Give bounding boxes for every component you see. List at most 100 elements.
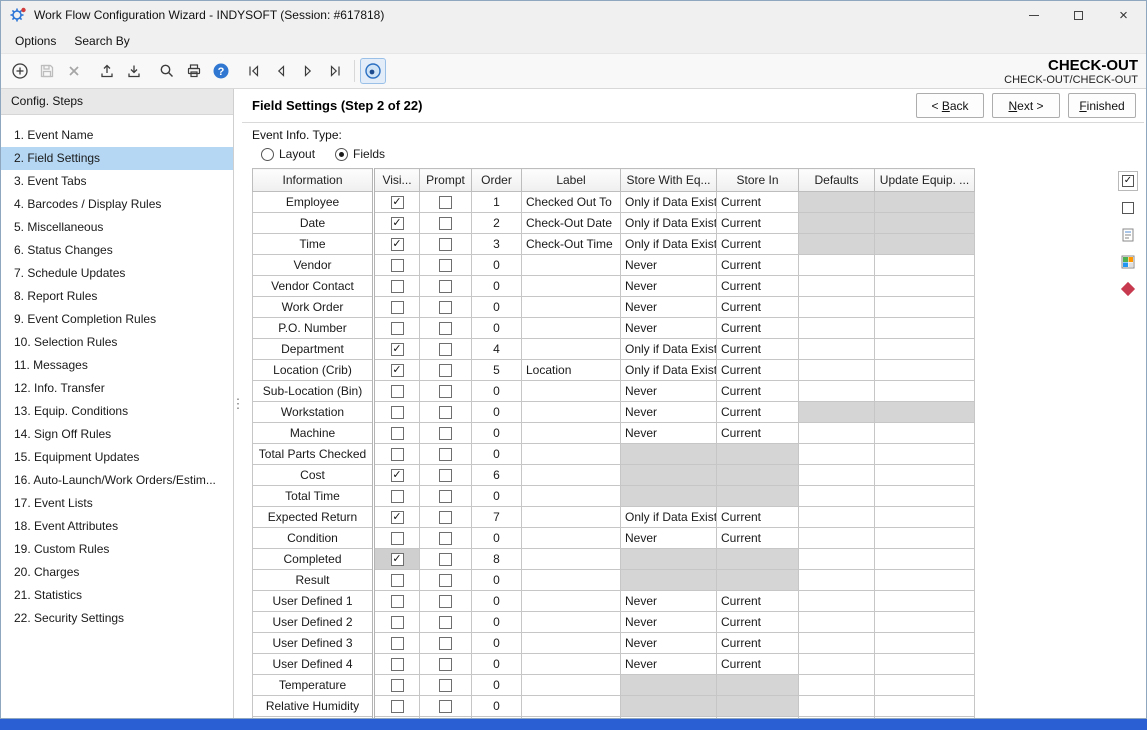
cell-update-equip[interactable] [875, 423, 975, 444]
cell-prompt[interactable] [420, 381, 472, 402]
cell-label[interactable]: Location [522, 360, 621, 381]
visible-checkbox[interactable] [391, 238, 404, 251]
cell-prompt[interactable] [420, 465, 472, 486]
cell-defaults[interactable] [799, 591, 875, 612]
cell-store-in[interactable]: Current [717, 423, 799, 444]
cell-update-equip[interactable] [875, 654, 975, 675]
cell-defaults[interactable] [799, 612, 875, 633]
cell-prompt[interactable] [420, 549, 472, 570]
cell-defaults[interactable] [799, 696, 875, 717]
cell-order[interactable]: 6 [472, 465, 522, 486]
cell-store-in[interactable]: Current [717, 318, 799, 339]
cell-defaults[interactable] [799, 381, 875, 402]
cell-prompt[interactable] [420, 297, 472, 318]
cell-prompt[interactable] [420, 192, 472, 213]
radio-fields[interactable]: Fields [335, 147, 385, 161]
cell-label[interactable] [522, 444, 621, 465]
sidebar-step-item[interactable]: 16. Auto-Launch/Work Orders/Estim... [1, 469, 233, 492]
cell-store-in[interactable] [717, 717, 799, 719]
cell-store-with[interactable] [621, 444, 717, 465]
cell-store-with[interactable]: Never [621, 381, 717, 402]
cell-store-in[interactable]: Current [717, 213, 799, 234]
cell-update-equip[interactable] [875, 612, 975, 633]
prompt-checkbox[interactable] [439, 637, 452, 650]
last-record-button[interactable] [322, 58, 348, 84]
cell-prompt[interactable] [420, 570, 472, 591]
cell-store-with[interactable]: Never [621, 423, 717, 444]
sidebar-step-item[interactable]: 20. Charges [1, 561, 233, 584]
cell-prompt[interactable] [420, 318, 472, 339]
cell-store-with[interactable]: Never [621, 528, 717, 549]
prompt-checkbox[interactable] [439, 217, 452, 230]
help-button[interactable]: ? [208, 58, 234, 84]
visible-checkbox[interactable] [391, 553, 404, 566]
cell-store-with[interactable]: Never [621, 612, 717, 633]
visible-checkbox[interactable] [391, 658, 404, 671]
cell-label[interactable] [522, 591, 621, 612]
visible-checkbox[interactable] [391, 532, 404, 545]
column-header[interactable]: Order [472, 169, 522, 192]
cell-visible[interactable] [374, 423, 420, 444]
prompt-checkbox[interactable] [439, 196, 452, 209]
sidebar-step-item[interactable]: 19. Custom Rules [1, 538, 233, 561]
sidebar-step-item[interactable]: 7. Schedule Updates [1, 262, 233, 285]
cell-order[interactable]: 8 [472, 549, 522, 570]
prompt-checkbox[interactable] [439, 385, 452, 398]
cell-visible[interactable] [374, 192, 420, 213]
cell-order[interactable]: 0 [472, 444, 522, 465]
minimize-button[interactable] [1011, 1, 1056, 29]
cell-update-equip[interactable] [875, 318, 975, 339]
cell-store-in[interactable] [717, 444, 799, 465]
cell-store-with[interactable]: Never [621, 255, 717, 276]
visible-checkbox[interactable] [391, 511, 404, 524]
cell-prompt[interactable] [420, 591, 472, 612]
cell-visible[interactable] [374, 339, 420, 360]
menu-options[interactable]: Options [6, 29, 65, 53]
cell-update-equip[interactable] [875, 507, 975, 528]
cell-update-equip[interactable] [875, 444, 975, 465]
search-button[interactable] [154, 58, 180, 84]
cell-label[interactable] [522, 570, 621, 591]
checked-checkbox-icon[interactable] [1118, 171, 1138, 191]
prompt-checkbox[interactable] [439, 259, 452, 272]
visible-checkbox[interactable] [391, 196, 404, 209]
sidebar-step-item[interactable]: 4. Barcodes / Display Rules [1, 193, 233, 216]
cell-defaults[interactable] [799, 297, 875, 318]
visible-checkbox[interactable] [391, 448, 404, 461]
prompt-checkbox[interactable] [439, 511, 452, 524]
cell-prompt[interactable] [420, 507, 472, 528]
cell-information[interactable]: Time [253, 234, 374, 255]
cell-visible[interactable] [374, 255, 420, 276]
back-button[interactable]: < Back [916, 93, 984, 118]
cell-visible[interactable] [374, 696, 420, 717]
cell-store-with[interactable]: Never [621, 318, 717, 339]
column-header[interactable]: Label [522, 169, 621, 192]
cell-visible[interactable] [374, 444, 420, 465]
visible-checkbox[interactable] [391, 679, 404, 692]
column-header[interactable]: Defaults [799, 169, 875, 192]
cell-update-equip[interactable] [875, 717, 975, 719]
sidebar-step-item[interactable]: 15. Equipment Updates [1, 446, 233, 469]
cell-information[interactable]: Total Parts Checked [253, 444, 374, 465]
cell-visible[interactable] [374, 549, 420, 570]
cell-store-in[interactable] [717, 549, 799, 570]
cell-label[interactable] [522, 297, 621, 318]
cell-update-equip[interactable] [875, 339, 975, 360]
cell-label[interactable] [522, 276, 621, 297]
cell-label[interactable] [522, 402, 621, 423]
visible-checkbox[interactable] [391, 385, 404, 398]
cell-information[interactable]: User Defined 3 [253, 633, 374, 654]
cell-order[interactable]: 1 [472, 192, 522, 213]
cell-prompt[interactable] [420, 444, 472, 465]
first-record-button[interactable] [241, 58, 267, 84]
visible-checkbox[interactable] [391, 469, 404, 482]
cell-update-equip[interactable] [875, 213, 975, 234]
cell-defaults[interactable] [799, 402, 875, 423]
cell-prompt[interactable] [420, 675, 472, 696]
cell-visible[interactable] [374, 465, 420, 486]
prompt-checkbox[interactable] [439, 490, 452, 503]
sidebar-step-item[interactable]: 12. Info. Transfer [1, 377, 233, 400]
cell-store-in[interactable] [717, 675, 799, 696]
visible-checkbox[interactable] [391, 301, 404, 314]
visible-checkbox[interactable] [391, 490, 404, 503]
